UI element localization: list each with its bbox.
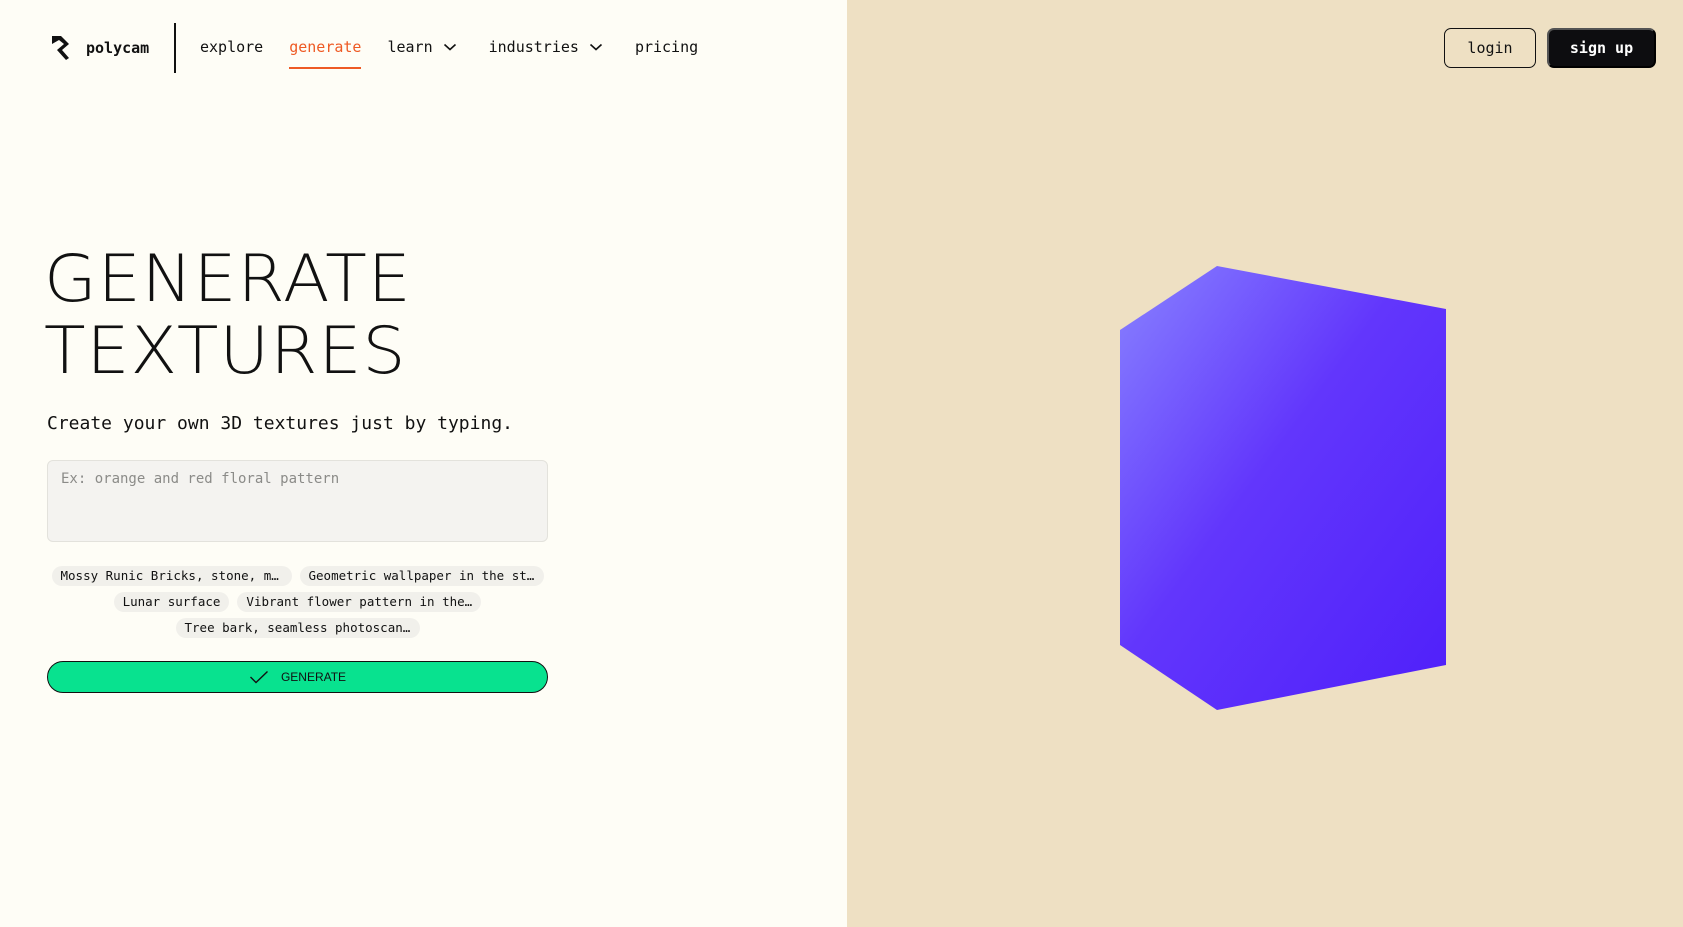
suggestion-chip[interactable]: Geometric wallpaper in the style of art … (299, 566, 544, 586)
check-icon (249, 670, 268, 684)
page-title: GENERATE TEXTURES (44, 244, 412, 388)
nav-item-label: explore (200, 38, 264, 56)
prompt-input[interactable] (47, 460, 548, 542)
nav-item-label: pricing (634, 38, 699, 56)
nav-item-learn[interactable]: learn (387, 38, 456, 56)
login-button[interactable]: login (1444, 28, 1536, 68)
brand-name: polycam (86, 39, 150, 57)
nav-item-industries[interactable]: industries (489, 38, 603, 56)
page-subtitle: Create your own 3D textures just by typi… (47, 413, 513, 434)
nav-item-label: generate (289, 38, 362, 56)
generate-button-label: GENERATE (280, 670, 347, 684)
nav-item-pricing[interactable]: pricing (635, 38, 698, 56)
chevron-down-icon (443, 43, 456, 51)
page-title-line: GENERATE (44, 242, 412, 318)
nav-item-label: learn (387, 38, 433, 56)
nav-item-label: industries (488, 38, 579, 56)
logo[interactable]: polycam (48, 34, 149, 62)
nav-item-explore[interactable]: explore (200, 38, 263, 56)
signup-button[interactable]: sign up (1547, 28, 1656, 68)
suggestion-chips: Mossy Runic Bricks, stone, moss Geometri… (47, 566, 548, 638)
page-title-line: TEXTURES (44, 314, 407, 390)
suggestion-chip[interactable]: Lunar surface (113, 592, 230, 612)
polycam-logo-icon (52, 36, 69, 60)
main-nav: explore generate learn industries pricin… (200, 38, 698, 69)
generate-button[interactable]: GENERATE (47, 661, 548, 693)
cube-preview[interactable] (1120, 264, 1446, 712)
suggestion-chip[interactable]: Mossy Runic Bricks, stone, moss (51, 566, 292, 586)
suggestion-chip[interactable]: Tree bark, seamless photoscan texture (175, 618, 420, 638)
header-divider (174, 23, 176, 73)
chevron-down-icon (589, 43, 602, 51)
nav-item-generate[interactable]: generate (289, 38, 362, 69)
suggestion-chip[interactable]: Vibrant flower pattern in the style of W… (237, 592, 482, 612)
